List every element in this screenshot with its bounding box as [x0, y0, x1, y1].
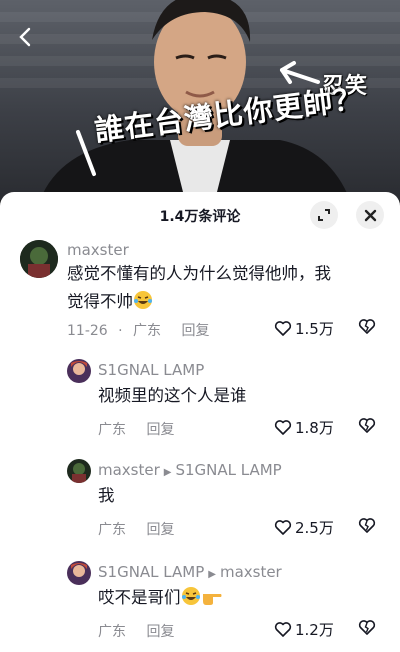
- reply-button[interactable]: 回复: [146, 624, 174, 640]
- reply-text: 视频里的这个人是谁: [98, 386, 247, 405]
- avatar-image: [67, 561, 91, 585]
- pointing-hand-emoji: [202, 594, 221, 605]
- heart-outline-icon: [274, 622, 292, 637]
- close-icon: [364, 209, 376, 221]
- like-count: 1.5万: [295, 320, 334, 338]
- broken-heart-icon: [358, 518, 376, 533]
- comment-text-line: 感觉不懂有的人为什么觉得他帅，我: [67, 264, 331, 283]
- comment-location: 广东: [98, 624, 126, 640]
- comment-location: 广东: [98, 522, 126, 538]
- reply-item: maxster ▶ S1GNAL LAMP 我 广东 回复 2.5万: [0, 452, 400, 548]
- reply-button[interactable]: 回复: [146, 422, 174, 438]
- meta-separator: ·: [118, 323, 123, 339]
- avatar-image: [67, 359, 91, 383]
- comment-item: maxster 感觉不懂有的人为什么觉得他帅，我 觉得不帅 11-26 · 广东…: [0, 238, 400, 350]
- like-button[interactable]: 1.2万: [274, 619, 334, 640]
- reply-text: 哎不是哥们: [98, 584, 223, 612]
- comment-panel: 1.4万条评论 maxster 感觉不懂有的人为什么觉得他帅，我 觉得不帅 11…: [0, 192, 400, 652]
- comment-text-fragment: 觉得不帅: [67, 292, 133, 311]
- avatar[interactable]: [20, 240, 58, 278]
- like-count: 1.8万: [295, 419, 334, 437]
- comment-author[interactable]: maxster: [67, 241, 129, 259]
- avatar-image: [20, 240, 58, 278]
- comment-count-title: 1.4万条评论: [159, 209, 241, 225]
- like-count: 2.5万: [295, 519, 334, 537]
- broken-heart-icon: [358, 319, 376, 334]
- comment-text: 感觉不懂有的人为什么觉得他帅，我 觉得不帅: [67, 260, 387, 316]
- expand-button[interactable]: [310, 201, 338, 229]
- comment-date: 11-26: [67, 323, 108, 339]
- like-count: 1.2万: [295, 621, 334, 639]
- avatar[interactable]: [67, 359, 91, 383]
- dislike-button[interactable]: [358, 417, 376, 438]
- like-button[interactable]: 2.5万: [274, 517, 334, 538]
- like-button[interactable]: 1.5万: [274, 318, 334, 339]
- reply-author: S1GNAL LAMP ▶ maxster: [98, 563, 282, 581]
- reply-author-name[interactable]: S1GNAL LAMP: [98, 563, 204, 581]
- close-button[interactable]: [356, 201, 384, 229]
- heart-outline-icon: [274, 520, 292, 535]
- broken-heart-icon: [358, 620, 376, 635]
- avatar-image: [67, 459, 91, 483]
- comment-meta: 广东 回复: [98, 621, 174, 641]
- reply-item: S1GNAL LAMP 视频里的这个人是谁 广东 回复 1.8万: [0, 352, 400, 448]
- comment-meta: 广东 回复: [98, 519, 174, 539]
- comment-location: 广东: [133, 323, 162, 339]
- comment-meta: 广东 回复: [98, 419, 174, 439]
- comment-text-line: 觉得不帅: [67, 288, 387, 316]
- reply-author: maxster ▶ S1GNAL LAMP: [98, 461, 282, 479]
- chevron-left-icon: [19, 27, 31, 47]
- back-button[interactable]: [14, 26, 38, 50]
- dislike-button[interactable]: [358, 619, 376, 640]
- reply-author[interactable]: S1GNAL LAMP: [98, 361, 204, 379]
- expand-icon: [318, 209, 330, 221]
- comment-meta: 11-26 · 广东 回复: [67, 320, 210, 340]
- dislike-button[interactable]: [358, 318, 376, 339]
- heart-outline-icon: [274, 420, 292, 435]
- laughing-crying-emoji: [181, 587, 200, 605]
- reply-target-name[interactable]: maxster: [220, 563, 282, 581]
- reply-button[interactable]: 回复: [182, 323, 210, 339]
- avatar[interactable]: [67, 459, 91, 483]
- reply-to-arrow-icon: ▶: [208, 569, 216, 580]
- reply-item: S1GNAL LAMP ▶ maxster 哎不是哥们 广东 回复 1.2万: [0, 554, 400, 650]
- heart-outline-icon: [274, 321, 292, 336]
- video-player[interactable]: 忍笑 誰在台灣比你更帥？: [0, 0, 400, 200]
- broken-heart-icon: [358, 418, 376, 433]
- comment-location: 广东: [98, 422, 126, 438]
- reply-text: 我: [98, 486, 115, 505]
- dislike-button[interactable]: [358, 517, 376, 538]
- reply-author-name[interactable]: maxster: [98, 461, 160, 479]
- reply-target-name[interactable]: S1GNAL LAMP: [175, 461, 281, 479]
- avatar[interactable]: [67, 561, 91, 585]
- reply-button[interactable]: 回复: [146, 522, 174, 538]
- reply-text-fragment: 哎不是哥们: [98, 588, 181, 607]
- laughing-crying-emoji: [134, 291, 152, 309]
- like-button[interactable]: 1.8万: [274, 417, 334, 438]
- reply-to-arrow-icon: ▶: [163, 467, 172, 478]
- comment-panel-header: 1.4万条评论: [0, 192, 400, 238]
